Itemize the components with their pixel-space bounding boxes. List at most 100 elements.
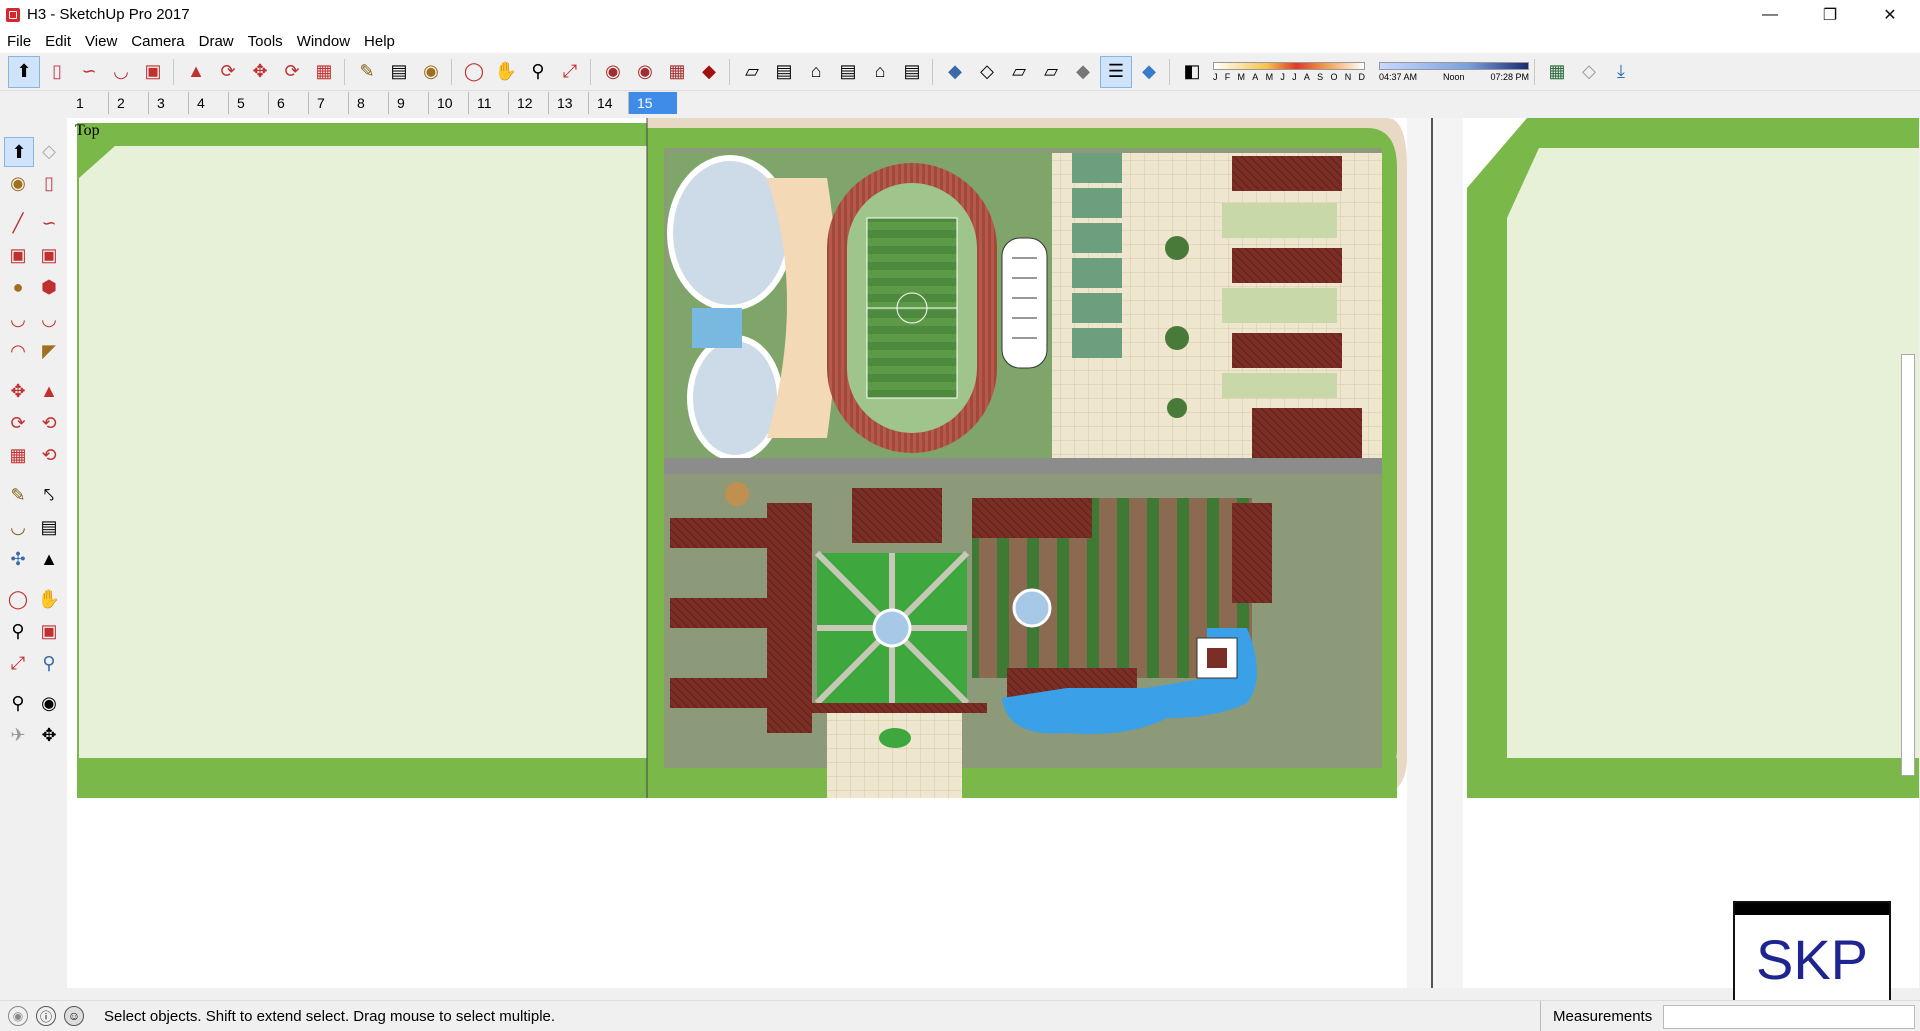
monochrome-style-icon[interactable]: ◆ [1134, 57, 1164, 87]
rotated-rectangle-icon[interactable]: ▣ [35, 241, 63, 269]
front-view-icon[interactable]: ⌂ [801, 57, 831, 87]
rotate-tool-icon[interactable]: ⟳ [277, 57, 307, 87]
scale-tool-icon[interactable]: ▦ [4, 441, 32, 469]
measurements-input[interactable] [1663, 1005, 1915, 1029]
axes-tool-icon[interactable]: ✣ [4, 545, 32, 573]
export-icon[interactable]: ⤓ [1606, 57, 1636, 87]
paint-bucket-icon[interactable]: ◉ [4, 169, 32, 197]
scene-tab[interactable]: 10 [428, 92, 468, 114]
push-pull-tool-icon[interactable]: ▲ [181, 57, 211, 87]
text-tool-icon[interactable]: ▤ [384, 57, 414, 87]
menu-file[interactable]: File [0, 33, 38, 50]
back-edges-style-icon[interactable]: ◇ [972, 57, 1002, 87]
wireframe-style-icon[interactable]: ▱ [1004, 57, 1034, 87]
menu-tools[interactable]: Tools [241, 33, 290, 50]
menu-camera[interactable]: Camera [124, 33, 191, 50]
zoom-extents-icon[interactable]: ⤢ [4, 649, 32, 677]
scene-tab-active[interactable]: 15 [628, 92, 677, 114]
eraser-tool-icon[interactable]: ▯ [35, 169, 63, 197]
shaded-textures-style-icon[interactable]: ☰ [1100, 55, 1132, 88]
time-slider[interactable]: 04:37 AM Noon 07:28 PM [1379, 61, 1529, 82]
pie-tool-icon[interactable]: ◤ [35, 337, 63, 365]
scene-tab[interactable]: 12 [508, 92, 548, 114]
extension-warehouse-icon[interactable]: ▦ [662, 57, 692, 87]
freehand-tool-icon[interactable]: ∽ [74, 57, 104, 87]
follow-me-tool-icon[interactable]: ⟳ [213, 57, 243, 87]
ruby-console-icon[interactable]: ◆ [694, 57, 724, 87]
menu-help[interactable]: Help [357, 33, 402, 50]
scene-tab[interactable]: 9 [388, 92, 428, 114]
previous-view-icon[interactable]: ⚲ [35, 649, 63, 677]
scene-tab[interactable]: 1 [68, 92, 108, 114]
top-view-icon[interactable]: ▤ [769, 57, 799, 87]
month-slider[interactable]: J F M A M J J A S O N D [1213, 61, 1365, 82]
menu-window[interactable]: Window [290, 33, 357, 50]
scene-tab[interactable]: 4 [188, 92, 228, 114]
dimension-tool-icon[interactable]: ⤣ [35, 481, 63, 509]
follow-me-tool-icon[interactable]: ⟲ [35, 409, 63, 437]
menu-view[interactable]: View [78, 33, 124, 50]
zoom-window-icon[interactable]: ▣ [35, 617, 63, 645]
scene-tab[interactable]: 11 [468, 92, 508, 114]
look-around-icon[interactable]: ◉ [35, 689, 63, 717]
circle-tool-icon[interactable]: ● [4, 273, 32, 301]
scene-tab[interactable]: 2 [108, 92, 148, 114]
zoom-tool-icon[interactable]: ⚲ [4, 617, 32, 645]
scene-tab[interactable]: 8 [348, 92, 388, 114]
3d-text-icon[interactable]: ▲ [35, 545, 63, 573]
right-view-icon[interactable]: ▤ [833, 57, 863, 87]
walk-tool-icon[interactable]: ✈ [4, 721, 32, 749]
close-button[interactable]: ✕ [1860, 0, 1920, 29]
scene-tab[interactable]: 6 [268, 92, 308, 114]
line-tool-icon[interactable]: ╱ [4, 209, 32, 237]
rotate-tool-icon[interactable]: ⟳ [4, 409, 32, 437]
menu-edit[interactable]: Edit [38, 33, 78, 50]
make-component-icon[interactable]: ◇ [35, 137, 63, 165]
left-view-icon[interactable]: ▤ [897, 57, 927, 87]
menu-draw[interactable]: Draw [192, 33, 241, 50]
user-account-icon[interactable]: ☺ [64, 1006, 84, 1026]
share-model-icon[interactable]: ◉ [630, 57, 660, 87]
two-point-arc-icon[interactable]: ◡ [35, 305, 63, 333]
scene-tab[interactable]: 14 [588, 92, 628, 114]
eraser-tool-icon[interactable]: ▯ [42, 57, 72, 87]
scene-tab[interactable]: 13 [548, 92, 588, 114]
geo-location-icon[interactable]: ◉ [8, 1006, 28, 1026]
arc-tool-icon[interactable]: ◡ [4, 305, 32, 333]
shadows-toggle-icon[interactable]: ◧ [1177, 57, 1207, 87]
tape-measure-icon[interactable]: ✎ [4, 481, 32, 509]
credits-icon[interactable]: ⓘ [36, 1006, 56, 1026]
move-tool-icon[interactable]: ✥ [4, 377, 32, 405]
add-location-icon[interactable]: ▦ [1542, 57, 1572, 87]
iso-view-icon[interactable]: ▱ [737, 57, 767, 87]
toggle-terrain-icon[interactable]: ◇ [1574, 57, 1604, 87]
position-camera-icon[interactable]: ⚲ [4, 689, 32, 717]
pan-tool-icon[interactable]: ✋ [491, 57, 521, 87]
hidden-line-style-icon[interactable]: ▱ [1036, 57, 1066, 87]
pan-tool-icon[interactable]: ✋ [35, 585, 63, 613]
restore-button[interactable]: ❐ [1800, 0, 1860, 29]
vertical-scrollbar[interactable] [1901, 354, 1915, 776]
arc-tool-icon[interactable]: ◡ [106, 57, 136, 87]
model-viewport[interactable]: Top [67, 118, 1919, 988]
shaded-style-icon[interactable]: ◆ [1068, 57, 1098, 87]
three-point-arc-icon[interactable]: ◠ [4, 337, 32, 365]
scene-tab[interactable]: 5 [228, 92, 268, 114]
protractor-tool-icon[interactable]: ◡ [4, 513, 32, 541]
orbit-tool-icon[interactable]: ◯ [4, 585, 32, 613]
zoom-tool-icon[interactable]: ⚲ [523, 57, 553, 87]
tape-measure-icon[interactable]: ✎ [352, 57, 382, 87]
scale-tool-icon[interactable]: ▦ [309, 57, 339, 87]
back-view-icon[interactable]: ⌂ [865, 57, 895, 87]
zoom-extents-icon[interactable]: ⤢ [555, 57, 585, 87]
rectangle-tool-icon[interactable]: ▣ [4, 241, 32, 269]
freehand-tool-icon[interactable]: ∽ [35, 209, 63, 237]
3d-warehouse-icon[interactable]: ◉ [598, 57, 628, 87]
paint-bucket-icon[interactable]: ◉ [416, 57, 446, 87]
select-tool-icon[interactable]: ⬆ [8, 55, 40, 88]
push-pull-tool-icon[interactable]: ▲ [35, 377, 63, 405]
section-plane-icon[interactable]: ✥ [35, 721, 63, 749]
orbit-tool-icon[interactable]: ◯ [459, 57, 489, 87]
select-tool-icon[interactable]: ⬆ [4, 137, 34, 167]
rectangle-tool-icon[interactable]: ▣ [138, 57, 168, 87]
